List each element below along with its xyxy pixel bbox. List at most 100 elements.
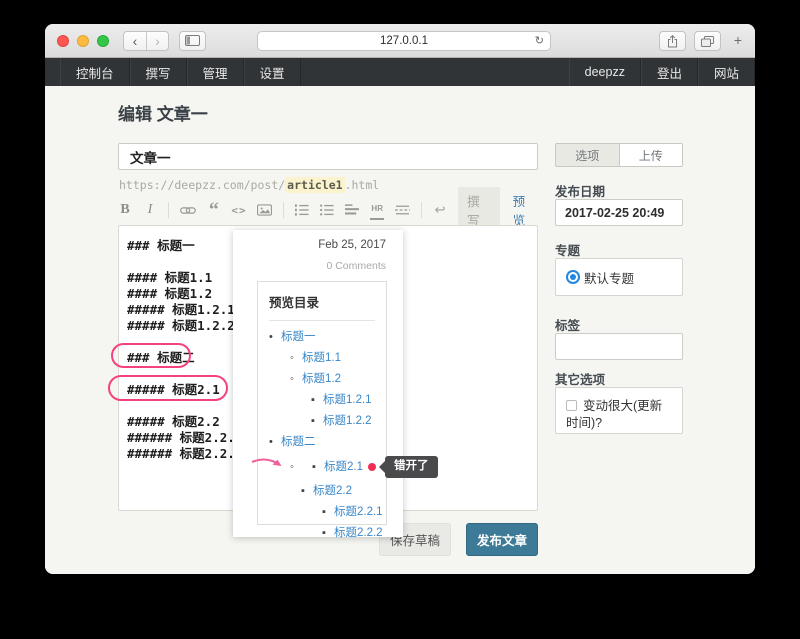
toc-link[interactable]: 标题1.1 <box>302 352 341 364</box>
toc-link[interactable]: 标题2.2.2 <box>334 527 383 539</box>
nav-item-settings[interactable]: 设置 <box>244 58 301 86</box>
nav-item-site[interactable]: 网站 <box>698 58 755 86</box>
minimize-window-button[interactable] <box>77 35 89 47</box>
publish-date-input[interactable] <box>555 199 683 226</box>
forward-button[interactable]: › <box>146 32 168 50</box>
browser-window: ‹ › 127.0.0.1 ↻ <box>45 24 755 574</box>
new-tab-button[interactable]: + <box>729 31 747 51</box>
topic-box: 默认专题 <box>555 258 683 296</box>
history-nav: ‹ › <box>123 31 169 51</box>
publish-date-label: 发布日期 <box>555 181 605 200</box>
circle-bullet: ◦ <box>290 372 302 387</box>
checkbox-label[interactable]: 变动很大(更新时间)? <box>566 399 662 430</box>
nav-spacer <box>301 58 569 86</box>
traffic-lights <box>57 35 109 47</box>
toc-link[interactable]: 标题二 <box>281 436 316 448</box>
italic-button[interactable]: I <box>143 200 157 220</box>
annotation-dot <box>368 463 376 471</box>
tags-label: 标签 <box>555 315 580 334</box>
comments-count: 0 Comments <box>326 260 386 272</box>
code-button[interactable]: <> <box>232 200 246 220</box>
publish-button[interactable]: 发布文章 <box>466 523 538 556</box>
page-break-icon <box>395 204 410 216</box>
url-prefix: https://deepzz.com/post/ <box>119 178 285 192</box>
ordered-list-icon <box>295 204 309 216</box>
toc-misaligned-row: ◦▪标题2.1错开了 <box>290 456 375 478</box>
annotation-circle-h2-1 <box>108 375 228 401</box>
unordered-list-button[interactable] <box>320 200 334 220</box>
nav-item-logout[interactable]: 登出 <box>641 58 698 86</box>
bold-button[interactable]: B <box>118 200 132 220</box>
disc-bullet: • <box>269 330 281 345</box>
toc-title: 预览目录 <box>269 292 375 321</box>
url-slug: article1 <box>285 177 344 193</box>
page-title: 编辑 文章一 <box>118 100 208 125</box>
toc-link[interactable]: 标题2.2.1 <box>334 506 383 518</box>
nav-item-write[interactable]: 撰写 <box>130 58 187 86</box>
tags-input[interactable] <box>555 333 683 360</box>
address-bar[interactable]: 127.0.0.1 ↻ <box>257 31 551 51</box>
square-bullet: ▪ <box>301 484 313 499</box>
zoom-window-button[interactable] <box>97 35 109 47</box>
toolbar-divider <box>421 202 422 218</box>
heading-icon <box>345 204 359 216</box>
quote-button[interactable]: “ <box>207 200 221 220</box>
disc-bullet: • <box>269 435 281 450</box>
toc-box: 预览目录 •标题一 ◦标题1.1 ◦标题1.2 ▪标题1.2.1 ▪标题1.2.… <box>257 281 387 525</box>
nav-item-manage[interactable]: 管理 <box>187 58 244 86</box>
tab-options[interactable]: 选项 <box>556 144 620 166</box>
back-button[interactable]: ‹ <box>124 32 146 50</box>
square-bullet: ▪ <box>322 505 334 520</box>
circle-bullet: ◦ <box>290 351 302 366</box>
close-window-button[interactable] <box>57 35 69 47</box>
reload-icon[interactable]: ↻ <box>535 32 544 50</box>
link-icon <box>180 206 196 215</box>
page-break-button[interactable] <box>395 200 410 220</box>
toolbar-divider <box>283 202 284 218</box>
post-url: https://deepzz.com/post/article1.html <box>119 178 379 192</box>
link-button[interactable] <box>180 200 196 220</box>
editor-toolbar: B I “ <> <box>118 198 538 222</box>
tab-overview-button[interactable] <box>694 31 721 51</box>
admin-navbar: 控制台 撰写 管理 设置 deepzz 登出 网站 <box>45 58 755 86</box>
square-bullet: ▪ <box>311 414 323 429</box>
tabs-icon <box>701 36 714 47</box>
toc-link[interactable]: 标题1.2.2 <box>323 415 372 427</box>
checkbox-icon[interactable] <box>566 400 577 411</box>
annotation-tooltip: 错开了 <box>385 456 438 478</box>
toc-list: •标题一 ◦标题1.1 ◦标题1.2 ▪标题1.2.1 ▪标题1.2.2 <box>269 330 375 541</box>
circle-bullet: ◦ <box>290 460 302 475</box>
undo-button[interactable]: ↩ <box>433 200 447 220</box>
nav-item-console[interactable]: 控制台 <box>60 58 130 86</box>
topic-option-label[interactable]: 默认专题 <box>584 268 634 287</box>
toc-link[interactable]: 标题一 <box>281 331 316 343</box>
url-suffix: .html <box>345 178 380 192</box>
heading-button[interactable] <box>345 200 359 220</box>
tab-upload[interactable]: 上传 <box>620 144 683 166</box>
page-content: 编辑 文章一 https://deepzz.com/post/article1.… <box>45 86 755 574</box>
image-button[interactable] <box>257 200 272 220</box>
browser-titlebar: ‹ › 127.0.0.1 ↻ <box>45 24 755 58</box>
sidebar-icon <box>185 35 200 46</box>
other-options-label: 其它选项 <box>555 369 605 388</box>
share-button[interactable] <box>659 31 686 51</box>
post-date: Feb 25, 2017 <box>318 239 386 251</box>
sidebar-toggle-button[interactable] <box>179 31 206 51</box>
preview-panel: Feb 25, 2017 0 Comments 预览目录 •标题一 ◦标题1.1… <box>233 230 403 537</box>
toc-link[interactable]: 标题1.2 <box>302 373 341 385</box>
toc-link[interactable]: 标题2.1 <box>324 461 363 473</box>
unordered-list-icon <box>320 204 334 216</box>
annotation-circle-h2 <box>111 343 191 368</box>
ordered-list-button[interactable] <box>295 200 309 220</box>
sidebar-tabs: 选项 上传 <box>555 143 683 167</box>
toc-link[interactable]: 标题2.2 <box>313 485 352 497</box>
other-options-box: 变动很大(更新时间)? <box>555 387 683 434</box>
post-title-input[interactable] <box>118 143 538 170</box>
square-bullet: ▪ <box>311 393 323 408</box>
share-icon <box>667 35 678 48</box>
toc-link[interactable]: 标题1.2.1 <box>323 394 372 406</box>
toolbar-divider <box>168 202 169 218</box>
nav-item-user[interactable]: deepzz <box>569 58 641 86</box>
radio-selected-icon[interactable] <box>570 274 576 280</box>
horizontal-rule-button[interactable]: HR <box>370 200 384 220</box>
